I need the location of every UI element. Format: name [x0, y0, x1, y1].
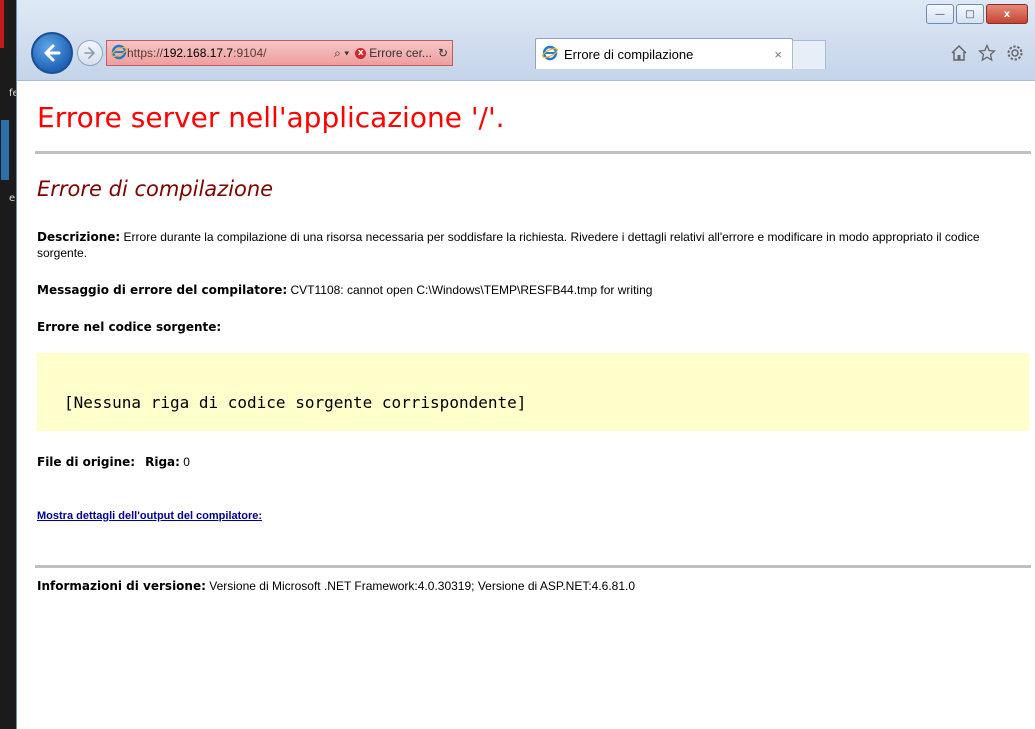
- compiler-output-details-link[interactable]: Mostra dettagli dell'output del compilat…: [37, 510, 262, 522]
- home-icon[interactable]: [950, 44, 968, 67]
- certificate-error-icon: x: [355, 47, 367, 59]
- certificate-error-label: Errore cer...: [369, 46, 432, 60]
- source-error-label: Errore nel codice sorgente:: [37, 320, 222, 334]
- browser-window: — □ x https:// 192.168.17.7 :9104/ ⌕ ▾ x…: [16, 0, 1035, 729]
- forward-button[interactable]: [77, 40, 103, 66]
- compiler-message-paragraph: Messaggio di errore del compilatore: CVT…: [37, 282, 1027, 298]
- tab-title: Errore di compilazione: [564, 46, 694, 62]
- description-text: Errore durante la compilazione di una ri…: [37, 230, 980, 260]
- version-info-paragraph: Informazioni di versione: Versione di Mi…: [37, 578, 1027, 594]
- page-title: Errore server nell'applicazione '/'.: [37, 101, 505, 134]
- source-file-paragraph: File di origine: Riga: 0: [37, 454, 1027, 470]
- maximize-button[interactable]: □: [956, 4, 984, 24]
- background-window-edge: [0, 0, 4, 48]
- window-controls: — □ x: [926, 4, 1028, 24]
- background-window-letter: e: [9, 193, 16, 204]
- background-window-bar: [1, 120, 9, 180]
- minimize-button[interactable]: —: [926, 4, 954, 24]
- back-arrow-icon: [44, 44, 61, 62]
- ie-logo-icon: [542, 45, 558, 64]
- search-dropdown-icon[interactable]: ⌕ ▾: [334, 46, 349, 61]
- browser-toolbar: — □ x https:// 192.168.17.7 :9104/ ⌕ ▾ x…: [17, 0, 1035, 81]
- compiler-message-text: CVT1108: cannot open C:\Windows\TEMP\RES…: [287, 283, 653, 297]
- close-tab-icon[interactable]: ×: [774, 47, 782, 62]
- source-code-line: [Nessuna riga di codice sorgente corrisp…: [64, 393, 527, 412]
- compiler-message-label: Messaggio di errore del compilatore:: [37, 283, 288, 297]
- page-content: Errore server nell'applicazione '/'. Err…: [17, 81, 1035, 729]
- error-subtitle: Errore di compilazione: [37, 177, 274, 201]
- close-window-button[interactable]: x: [986, 4, 1028, 24]
- version-text: Versione di Microsoft .NET Framework:4.0…: [205, 579, 636, 593]
- line-value: 0: [179, 455, 190, 469]
- tab-errore-di-compilazione[interactable]: Errore di compilazione ×: [535, 38, 793, 69]
- back-button[interactable]: [31, 32, 73, 74]
- favorites-star-icon[interactable]: [977, 43, 997, 67]
- certificate-error-button[interactable]: x Errore cer...: [355, 46, 432, 60]
- source-code-box: [Nessuna riga di codice sorgente corrisp…: [37, 353, 1029, 431]
- url-host: 192.168.17.7: [163, 46, 234, 60]
- address-bar[interactable]: https:// 192.168.17.7 :9104/ ⌕ ▾ x Error…: [106, 40, 453, 66]
- line-label: Riga:: [145, 455, 180, 469]
- forward-arrow-icon: [84, 47, 96, 59]
- version-label: Informazioni di versione:: [37, 579, 206, 593]
- toolbar-icons: [950, 43, 1024, 67]
- ie-logo-icon: [111, 44, 127, 63]
- description-paragraph: Descrizione: Errore durante la compilazi…: [37, 229, 1027, 261]
- refresh-icon[interactable]: ↻: [438, 46, 448, 60]
- background-window-strip: fe e: [0, 0, 19, 729]
- settings-gear-icon[interactable]: [1006, 44, 1024, 67]
- url-port: :9104/: [233, 46, 267, 60]
- new-tab-button[interactable]: [792, 40, 826, 69]
- details-link-paragraph: Mostra dettagli dell'output del compilat…: [37, 507, 1027, 524]
- address-bar-actions: ⌕ ▾ x Errore cer... ↻: [334, 46, 452, 61]
- source-file-label: File di origine:: [37, 455, 136, 469]
- description-label: Descrizione:: [37, 230, 121, 244]
- url-scheme: https://: [127, 46, 164, 60]
- source-error-paragraph: Errore nel codice sorgente:: [37, 319, 1027, 335]
- divider: [35, 151, 1031, 154]
- divider: [35, 565, 1031, 568]
